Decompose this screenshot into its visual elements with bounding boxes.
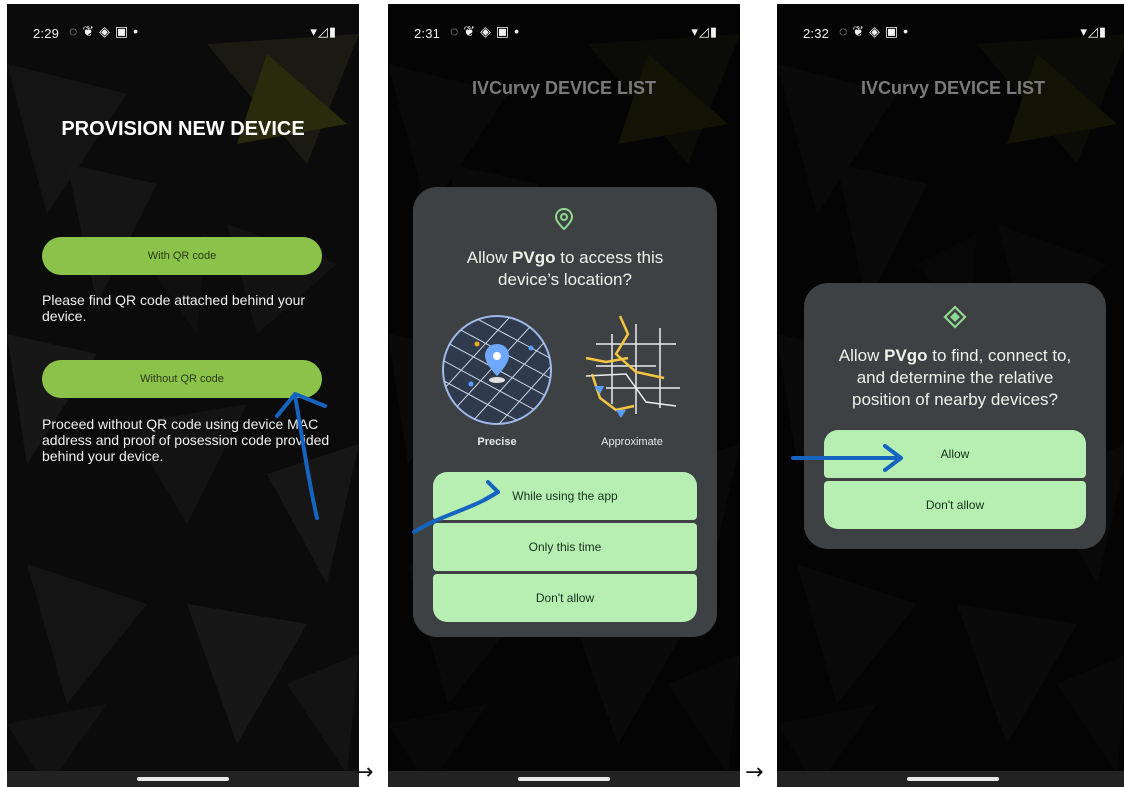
status-bar: 2:32 ◌ ❦ ◈ ▣ • ▾◿▮ bbox=[777, 4, 1124, 60]
notification-icons: ◌ ❦ ◈ ▣ • bbox=[450, 23, 519, 40]
diamond-icon: ◈ bbox=[99, 23, 110, 39]
system-status-icons: ▾◿▮ bbox=[1080, 24, 1107, 39]
app-notification-icon: ❦ bbox=[82, 23, 95, 39]
navigation-bar bbox=[7, 771, 359, 787]
diamond-icon: ◈ bbox=[480, 23, 491, 39]
approximate-map-icon[interactable] bbox=[576, 314, 688, 424]
nearby-devices-permission-dialog: Allow PVgo to find, connect to, and dete… bbox=[804, 283, 1106, 549]
location-permission-dialog: Allow PVgo to access this device’s locat… bbox=[413, 187, 717, 637]
nearby-devices-icon bbox=[943, 305, 967, 329]
system-status-icons: ▾◿▮ bbox=[310, 24, 337, 39]
without-qr-code-button[interactable]: Without QR code bbox=[42, 360, 322, 398]
screen-location-permission: 2:31 ◌ ❦ ◈ ▣ • ▾◿▮ IVCurvy DEVICE LIST A… bbox=[388, 4, 740, 787]
home-handle[interactable] bbox=[907, 777, 999, 781]
app-notification-icon: ❦ bbox=[852, 23, 865, 39]
home-handle[interactable] bbox=[137, 777, 229, 781]
without-qr-description: Proceed without QR code using device MAC… bbox=[42, 416, 330, 464]
navigation-bar bbox=[777, 771, 1124, 787]
approximate-label: Approximate bbox=[601, 436, 663, 448]
system-status-icons: ▾◿▮ bbox=[691, 24, 718, 39]
status-bar: 2:29 ◌ ❦ ◈ ▣ • ▾◿▮ bbox=[7, 4, 359, 60]
more-dot-icon: • bbox=[133, 23, 138, 39]
status-time: 2:32 bbox=[803, 26, 830, 41]
whatsapp-icon: ◌ bbox=[69, 23, 78, 39]
screen-nearby-devices-permission: 2:32 ◌ ❦ ◈ ▣ • ▾◿▮ IVCurvy DEVICE LIST A… bbox=[777, 4, 1124, 787]
precise-map-icon[interactable] bbox=[441, 314, 553, 426]
whatsapp-icon: ◌ bbox=[839, 23, 848, 39]
page-title: IVCurvy DEVICE LIST bbox=[471, 78, 657, 98]
with-qr-code-button[interactable]: With QR code bbox=[42, 237, 322, 275]
allow-button[interactable]: Allow bbox=[824, 430, 1086, 478]
location-pin-icon bbox=[554, 207, 574, 231]
notification-icons: ◌ ❦ ◈ ▣ • bbox=[839, 23, 908, 40]
only-this-time-button[interactable]: Only this time bbox=[433, 523, 697, 571]
linkedin-icon: ▣ bbox=[884, 23, 899, 39]
dont-allow-button[interactable]: Don't allow bbox=[433, 574, 697, 622]
precise-label: Precise bbox=[477, 436, 517, 448]
nearby-devices-question: Allow PVgo to find, connect to, and dete… bbox=[838, 346, 1072, 409]
location-question: Allow PVgo to access this device’s locat… bbox=[466, 248, 664, 289]
flow-arrow: → bbox=[355, 760, 374, 785]
page-title: PROVISION NEW DEVICE bbox=[61, 118, 305, 140]
linkedin-icon: ▣ bbox=[114, 23, 129, 39]
navigation-bar bbox=[388, 771, 740, 787]
app-notification-icon: ❦ bbox=[463, 23, 476, 39]
whatsapp-icon: ◌ bbox=[450, 23, 459, 39]
status-time: 2:31 bbox=[414, 26, 441, 41]
qr-code-description: Please find QR code attached behind your… bbox=[42, 292, 306, 324]
dont-allow-button[interactable]: Don't allow bbox=[824, 481, 1086, 529]
more-dot-icon: • bbox=[514, 23, 519, 39]
home-handle[interactable] bbox=[518, 777, 610, 781]
status-time: 2:29 bbox=[33, 26, 60, 41]
diamond-icon: ◈ bbox=[869, 23, 880, 39]
page-title: IVCurvy DEVICE LIST bbox=[860, 78, 1046, 98]
while-using-app-button[interactable]: While using the app bbox=[433, 472, 697, 520]
more-dot-icon: • bbox=[903, 23, 908, 39]
linkedin-icon: ▣ bbox=[495, 23, 510, 39]
flow-arrow: → bbox=[745, 760, 764, 785]
status-bar: 2:31 ◌ ❦ ◈ ▣ • ▾◿▮ bbox=[388, 4, 740, 60]
notification-icons: ◌ ❦ ◈ ▣ • bbox=[69, 23, 138, 40]
screen-provision-new-device: 2:29 ◌ ❦ ◈ ▣ • ▾◿▮ PROVISION NEW DEVICE … bbox=[7, 4, 359, 787]
